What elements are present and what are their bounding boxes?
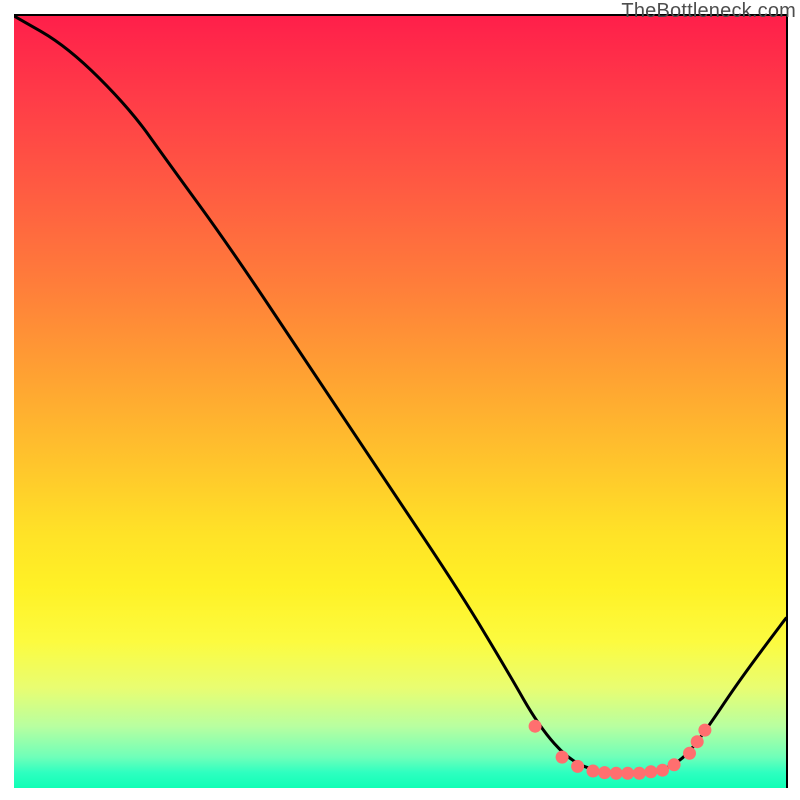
gradient-background <box>14 16 786 788</box>
plot-area <box>14 14 788 788</box>
chart-container: TheBottleneck.com <box>0 0 800 800</box>
watermark-text: TheBottleneck.com <box>621 0 796 23</box>
